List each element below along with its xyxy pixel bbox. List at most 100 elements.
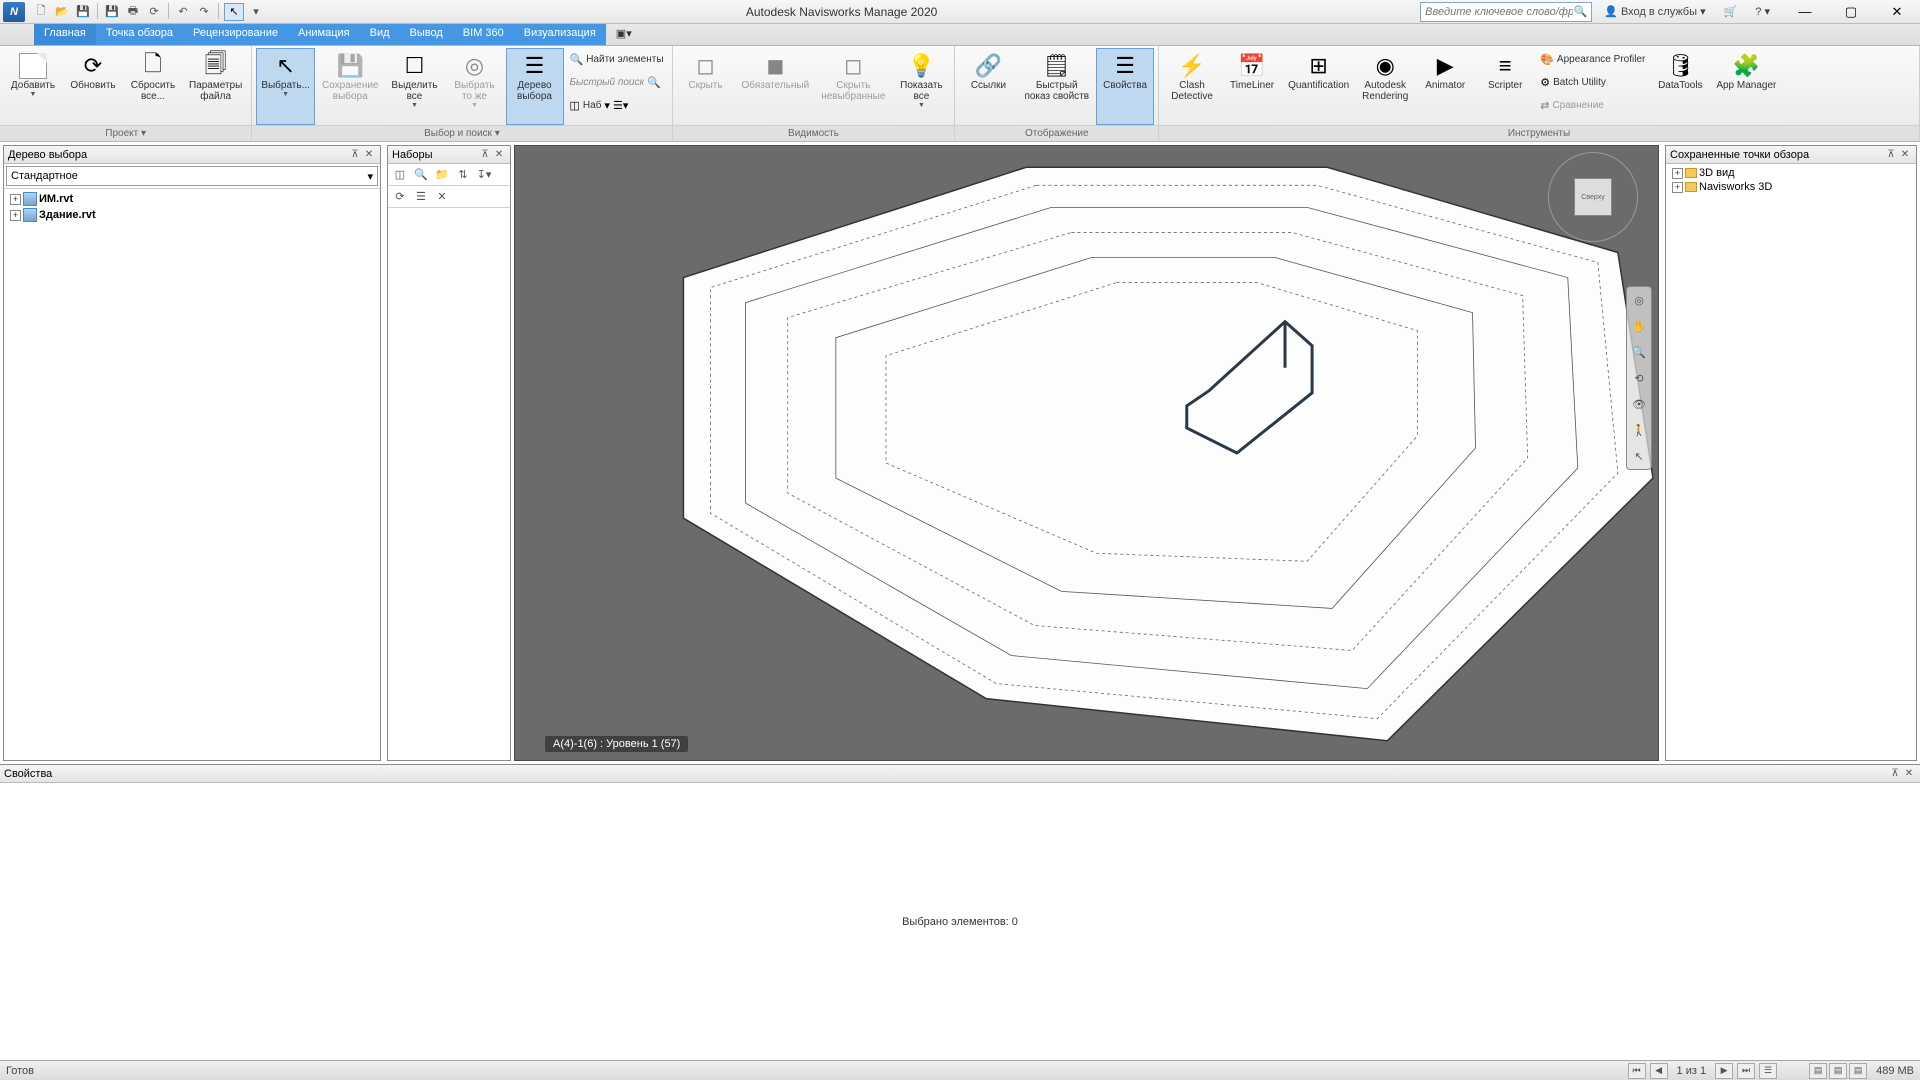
select-tool-icon[interactable]: ↖ [224, 3, 244, 21]
new-search-icon[interactable]: 🔍 [412, 166, 430, 184]
tree-item[interactable]: + Здание.rvt [6, 207, 378, 223]
tab-output[interactable]: Вывод [400, 24, 453, 45]
tab-bim360[interactable]: BIM 360 [453, 24, 514, 45]
close-icon[interactable]: ✕ [1902, 767, 1916, 781]
delete-icon[interactable]: ✕ [433, 188, 451, 206]
tree-item[interactable]: + 3D вид [1668, 166, 1914, 180]
expand-icon[interactable]: + [10, 194, 21, 205]
viewpoints-body[interactable]: + 3D вид + Navisworks 3D [1666, 164, 1916, 760]
expand-icon[interactable]: + [1672, 168, 1683, 179]
signin-button[interactable]: 👤 Вход в службы ▾ [1598, 3, 1711, 20]
scripter-button[interactable]: ≡Scripter [1476, 48, 1534, 125]
panel-header[interactable]: Свойства ⊼ ✕ [0, 765, 1920, 783]
print-icon[interactable]: 🖶 [124, 3, 142, 21]
pin-icon[interactable]: ⊼ [478, 148, 492, 162]
appmanager-button[interactable]: 🧩App Manager [1711, 48, 1781, 125]
save-icon[interactable]: 💾 [74, 3, 92, 21]
select-icon[interactable]: ☰ [412, 188, 430, 206]
tree-item[interactable]: + Navisworks 3D [1668, 180, 1914, 194]
close-icon[interactable]: ✕ [362, 148, 376, 162]
tab-render[interactable]: Визуализация [514, 24, 606, 45]
sets-body[interactable] [388, 208, 510, 760]
refresh-button[interactable]: ⟳Обновить [64, 48, 122, 125]
add-button[interactable]: Добавить▼ [4, 48, 62, 125]
tab-review[interactable]: Рецензирование [183, 24, 288, 45]
rendering-button[interactable]: ◉Autodesk Rendering [1356, 48, 1414, 125]
properties-button[interactable]: ☰Свойства [1096, 48, 1154, 125]
tree-body[interactable]: + ИМ.rvt + Здание.rvt [4, 189, 380, 760]
panel-header[interactable]: Дерево выбора ⊼ ✕ [4, 146, 380, 164]
tab-viewpoint[interactable]: Точка обзора [96, 24, 183, 45]
first-icon[interactable]: ⏮ [1628, 1063, 1646, 1079]
folder-icon[interactable]: 📁 [433, 166, 451, 184]
selection-tree-button[interactable]: ☰Дерево выбора [506, 48, 564, 125]
maximize-button[interactable]: ▢ [1828, 0, 1874, 24]
close-icon[interactable]: ✕ [1898, 148, 1912, 162]
minimize-button[interactable]: — [1782, 0, 1828, 24]
reset-all-button[interactable]: 🗋Сбросить все... [124, 48, 182, 125]
tab-addons[interactable]: ▣▾ [606, 24, 642, 45]
perf-icon-3[interactable]: ▤ [1849, 1063, 1867, 1079]
undo-icon[interactable]: ↶ [174, 3, 192, 21]
quick-find-input[interactable]: Быстрый поиск🔍 [566, 71, 668, 93]
new-icon[interactable]: 🗋 [32, 3, 50, 21]
search-box[interactable]: 🔍 [1420, 2, 1592, 22]
tab-animation[interactable]: Анимация [288, 24, 360, 45]
perf-icon-1[interactable]: ▤ [1809, 1063, 1827, 1079]
expand-icon[interactable]: + [10, 210, 21, 221]
animator-button[interactable]: ▶Animator [1416, 48, 1474, 125]
links-button[interactable]: 🔗Ссылки [959, 48, 1017, 125]
clash-button[interactable]: ⚡Clash Detective [1163, 48, 1221, 125]
panel-header[interactable]: Наборы ⊼ ✕ [388, 146, 510, 164]
viewport[interactable]: Сверху ◎ ✋ 🔍 ⟲ 👁 🚶 ↖ A(4)-1(6) : Уровень… [514, 145, 1659, 761]
quantification-button[interactable]: ⊞Quantification [1283, 48, 1354, 125]
next-icon[interactable]: ▶ [1715, 1063, 1733, 1079]
search-icon[interactable]: 🔍 [1573, 5, 1587, 18]
select-icon[interactable]: ↖ [1630, 447, 1648, 465]
orbit-icon[interactable]: ⟲ [1630, 369, 1648, 387]
close-icon[interactable]: ✕ [492, 148, 506, 162]
save-icon[interactable]: 💾 [103, 3, 121, 21]
model-view[interactable] [515, 146, 1658, 760]
panel-header[interactable]: Сохраненные точки обзора ⊼ ✕ [1666, 146, 1916, 164]
close-button[interactable]: ✕ [1874, 0, 1920, 24]
import-icon[interactable]: ↧▾ [475, 166, 493, 184]
perf-icon-2[interactable]: ▤ [1829, 1063, 1847, 1079]
viewcube[interactable]: Сверху [1548, 152, 1638, 242]
tree-mode-combo[interactable]: Стандартное ▾ [6, 166, 378, 186]
find-items-button[interactable]: 🔍Найти элементы [566, 48, 668, 70]
wheel-icon[interactable]: ◎ [1630, 291, 1648, 309]
last-icon[interactable]: ⏭ [1737, 1063, 1755, 1079]
update-icon[interactable]: ⟳ [391, 188, 409, 206]
cube-face[interactable]: Сверху [1574, 178, 1612, 216]
tab-view[interactable]: Вид [360, 24, 400, 45]
file-options-button[interactable]: 🗐Параметры файла [184, 48, 247, 125]
group-label[interactable]: Проект ▾ [0, 125, 251, 141]
open-icon[interactable]: 📂 [53, 3, 71, 21]
datatools-button[interactable]: 🛢DataTools [1651, 48, 1709, 125]
help-icon[interactable]: ? ▾ [1749, 3, 1776, 20]
pin-icon[interactable]: ⊼ [348, 148, 362, 162]
group-label[interactable]: Выбор и поиск ▾ [252, 125, 671, 141]
refresh-icon[interactable]: ⟳ [145, 3, 163, 21]
select-all-button[interactable]: ☐Выделить все▼ [386, 48, 444, 125]
appearance-profiler-button[interactable]: 🎨Appearance Profiler [1536, 48, 1649, 70]
search-input[interactable] [1425, 6, 1573, 18]
quickprops-button[interactable]: 🗒Быстрый показ свойств [1019, 48, 1094, 125]
timeliner-button[interactable]: 📅TimeLiner [1223, 48, 1281, 125]
select-button[interactable]: ↖Выбрать...▼ [256, 48, 315, 125]
batch-utility-button[interactable]: ⚙Batch Utility [1536, 71, 1649, 93]
browser-icon[interactable]: ☰ [1759, 1063, 1777, 1079]
exchange-icon[interactable]: 🛒 [1718, 3, 1744, 20]
tree-item[interactable]: + ИМ.rvt [6, 191, 378, 207]
qat-dropdown-icon[interactable]: ▾ [247, 3, 265, 21]
tab-home[interactable]: Главная [34, 24, 96, 45]
sets-dropdown[interactable]: ◫Наб▾☰▾ [566, 94, 668, 116]
show-all-button[interactable]: 💡Показать все▼ [892, 48, 950, 125]
redo-icon[interactable]: ↷ [195, 3, 213, 21]
new-set-icon[interactable]: ◫ [391, 166, 409, 184]
walk-icon[interactable]: 🚶 [1630, 421, 1648, 439]
pan-icon[interactable]: ✋ [1630, 317, 1648, 335]
app-icon[interactable]: N [3, 2, 25, 22]
pin-icon[interactable]: ⊼ [1884, 148, 1898, 162]
